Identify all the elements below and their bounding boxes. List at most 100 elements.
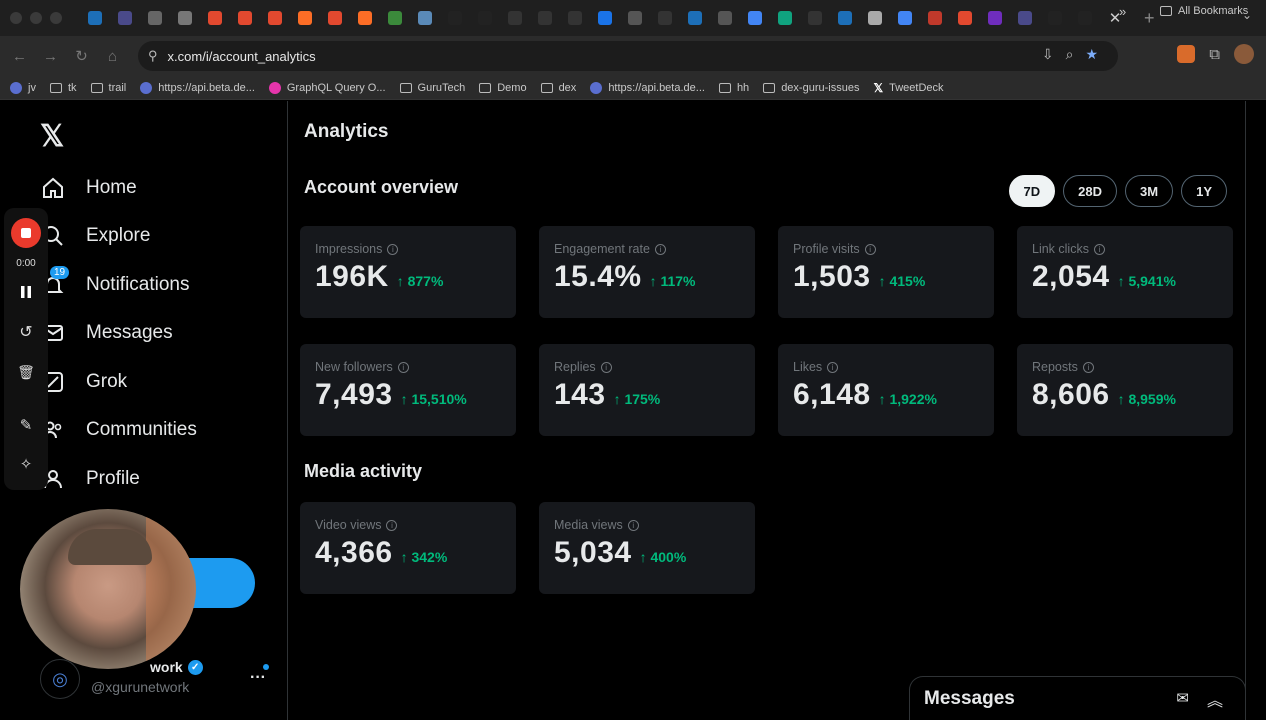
nav-communities[interactable]: Communities bbox=[40, 413, 197, 447]
browser-tab[interactable] bbox=[890, 3, 920, 33]
browser-tab[interactable] bbox=[500, 3, 530, 33]
browser-tab[interactable] bbox=[950, 3, 980, 33]
browser-tab[interactable] bbox=[260, 3, 290, 33]
metric-card[interactable]: Engagement rate i 15.4% ↑ 117% bbox=[539, 226, 755, 318]
bookmark-item[interactable]: GraphQL Query O... bbox=[268, 81, 386, 94]
bookmark-item[interactable]: https://api.beta.de... bbox=[590, 81, 705, 94]
more-bookmarks-icon[interactable]: » bbox=[1119, 4, 1126, 19]
nav-grok[interactable]: Grok bbox=[40, 365, 127, 399]
browser-tab[interactable] bbox=[1010, 3, 1040, 33]
info-icon[interactable]: i bbox=[1093, 243, 1105, 255]
new-message-icon[interactable]: ✉ bbox=[1176, 689, 1189, 707]
range-button-3m[interactable]: 3M bbox=[1125, 175, 1174, 207]
browser-tab[interactable] bbox=[920, 3, 950, 33]
browser-tab[interactable] bbox=[140, 3, 170, 33]
profile-avatar[interactable] bbox=[1234, 44, 1254, 64]
extension-icon[interactable] bbox=[1177, 45, 1196, 63]
browser-tab[interactable] bbox=[200, 3, 230, 33]
browser-tab[interactable] bbox=[80, 3, 110, 33]
metric-card[interactable]: Reposts i 8,606 ↑ 8,959% bbox=[1017, 344, 1233, 436]
browser-tab[interactable] bbox=[470, 3, 500, 33]
metric-card[interactable]: Impressions i 196K ↑ 877% bbox=[300, 226, 516, 318]
bookmark-item[interactable]: hh bbox=[718, 82, 749, 94]
extensions-puzzle-icon[interactable]: ⧉ bbox=[1209, 46, 1220, 63]
site-info-icon[interactable]: ⚲ bbox=[148, 48, 158, 64]
effects-icon[interactable]: ✧ bbox=[15, 453, 37, 475]
browser-tab[interactable] bbox=[290, 3, 320, 33]
browser-tab[interactable] bbox=[830, 3, 860, 33]
bookmark-item[interactable]: trail bbox=[90, 82, 126, 94]
more-icon[interactable]: ··· bbox=[250, 669, 266, 687]
info-icon[interactable]: i bbox=[600, 361, 612, 373]
info-icon[interactable]: i bbox=[827, 361, 839, 373]
new-tab-icon[interactable]: + bbox=[1144, 8, 1155, 29]
browser-tab[interactable] bbox=[170, 3, 200, 33]
home-browser-icon[interactable]: ⌂ bbox=[97, 48, 128, 65]
range-button-1y[interactable]: 1Y bbox=[1181, 175, 1227, 207]
trash-icon[interactable]: 🗑 bbox=[15, 361, 37, 383]
nav-messages[interactable]: Messages bbox=[40, 316, 173, 350]
all-bookmarks[interactable]: All Bookmarks bbox=[1160, 5, 1248, 17]
pause-icon[interactable] bbox=[15, 281, 37, 303]
close-window-button[interactable] bbox=[10, 12, 22, 24]
minimize-window-button[interactable] bbox=[30, 12, 42, 24]
browser-tab[interactable] bbox=[860, 3, 890, 33]
browser-tab[interactable] bbox=[770, 3, 800, 33]
metric-card[interactable]: New followers i 7,493 ↑ 15,510% bbox=[300, 344, 516, 436]
browser-tab[interactable] bbox=[380, 3, 410, 33]
messages-drawer[interactable]: Messages ✉ ︽ bbox=[909, 676, 1246, 720]
info-icon[interactable]: i bbox=[397, 361, 409, 373]
account-name[interactable]: work ✓ bbox=[150, 659, 203, 675]
browser-tab[interactable] bbox=[1070, 3, 1100, 33]
forward-icon[interactable]: → bbox=[35, 48, 66, 65]
browser-tab[interactable] bbox=[980, 3, 1010, 33]
metric-card[interactable]: Media views i 5,034 ↑ 400% bbox=[539, 502, 755, 594]
metric-card[interactable]: Likes i 6,148 ↑ 1,922% bbox=[778, 344, 994, 436]
bookmark-star-icon[interactable]: ★ bbox=[1085, 46, 1098, 63]
address-bar[interactable]: ⚲ x.com/i/account_analytics ⇩ ⌕ ★ bbox=[138, 41, 1118, 71]
browser-tab[interactable] bbox=[230, 3, 260, 33]
bookmark-item[interactable]: dex-guru-issues bbox=[763, 82, 859, 94]
metric-card[interactable]: Link clicks i 2,054 ↑ 5,941% bbox=[1017, 226, 1233, 318]
browser-tab[interactable] bbox=[530, 3, 560, 33]
info-icon[interactable]: i bbox=[864, 243, 876, 255]
browser-tab[interactable] bbox=[350, 3, 380, 33]
install-icon[interactable]: ⇩ bbox=[1042, 46, 1054, 63]
bookmark-item[interactable]: Demo bbox=[479, 82, 527, 94]
info-icon[interactable]: i bbox=[1082, 361, 1094, 373]
x-logo-icon[interactable]: 𝕏 bbox=[40, 119, 64, 154]
browser-tab[interactable] bbox=[620, 3, 650, 33]
nav-home[interactable]: Home bbox=[40, 171, 137, 205]
browser-tab[interactable] bbox=[320, 3, 350, 33]
browser-tab[interactable] bbox=[650, 3, 680, 33]
metric-card[interactable]: Profile visits i 1,503 ↑ 415% bbox=[778, 226, 994, 318]
browser-tab[interactable] bbox=[590, 3, 620, 33]
restart-icon[interactable]: ↺ bbox=[15, 321, 37, 343]
metric-card[interactable]: Replies i 143 ↑ 175% bbox=[539, 344, 755, 436]
nav-explore[interactable]: Explore bbox=[40, 219, 150, 253]
bookmark-item[interactable]: tk bbox=[49, 82, 77, 94]
address-url[interactable]: x.com/i/account_analytics bbox=[168, 49, 316, 64]
browser-tab[interactable] bbox=[440, 3, 470, 33]
info-icon[interactable]: i bbox=[386, 519, 398, 531]
zoom-icon[interactable]: ⌕ bbox=[1066, 46, 1074, 63]
metric-card[interactable]: Video views i 4,366 ↑ 342% bbox=[300, 502, 516, 594]
reload-icon[interactable]: ↻ bbox=[66, 47, 97, 65]
pen-icon[interactable]: ✎ bbox=[15, 414, 37, 436]
bookmark-item[interactable]: GuruTech bbox=[399, 82, 465, 94]
info-icon[interactable]: i bbox=[654, 243, 666, 255]
browser-tab[interactable] bbox=[680, 3, 710, 33]
browser-tab[interactable] bbox=[410, 3, 440, 33]
range-button-7d[interactable]: 7D bbox=[1008, 175, 1056, 207]
range-button-28d[interactable]: 28D bbox=[1063, 175, 1118, 207]
browser-tab[interactable] bbox=[710, 3, 740, 33]
stop-recording-button[interactable] bbox=[11, 218, 41, 248]
maximize-window-button[interactable] bbox=[50, 12, 62, 24]
expand-icon[interactable]: ︽ bbox=[1207, 687, 1223, 711]
bookmark-item[interactable]: https://api.beta.de... bbox=[140, 81, 255, 94]
bookmark-item[interactable]: dex bbox=[540, 82, 576, 94]
browser-tab[interactable] bbox=[560, 3, 590, 33]
info-icon[interactable]: i bbox=[627, 519, 639, 531]
browser-tab[interactable] bbox=[740, 3, 770, 33]
bookmark-item[interactable]: 𝕏 TweetDeck bbox=[873, 81, 943, 95]
